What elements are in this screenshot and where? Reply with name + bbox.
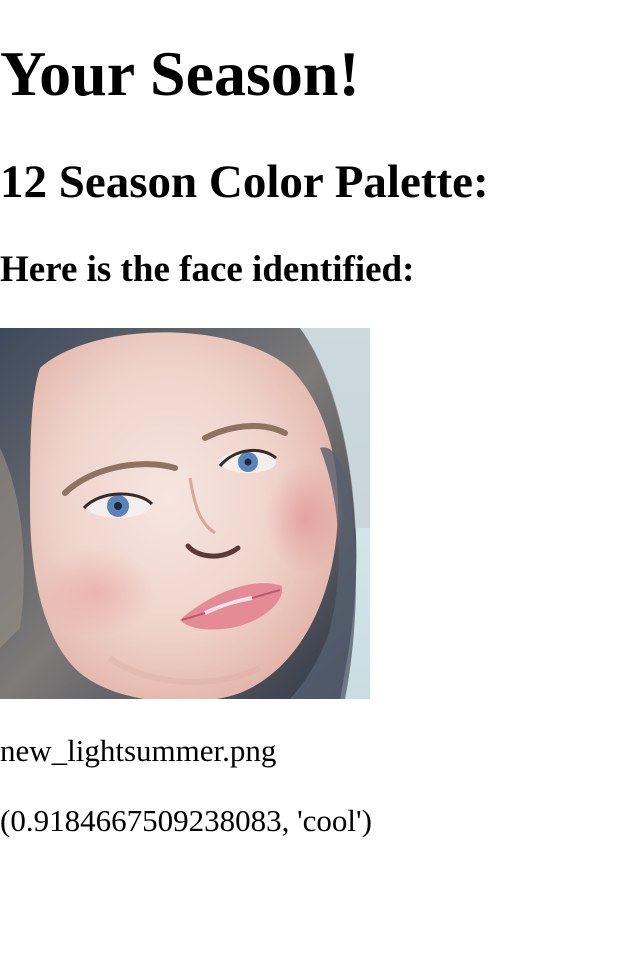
- page-content: Your Season! 12 Season Color Palette: He…: [0, 0, 640, 958]
- result-score: (0.9184667509238083, 'cool'): [0, 803, 372, 838]
- face-heading: Here is the face identified:: [0, 249, 415, 290]
- palette-heading: 12 Season Color Palette:: [0, 156, 489, 208]
- result-filename: new_lightsummer.png: [0, 733, 277, 768]
- page-title: Your Season!: [0, 38, 360, 109]
- face-image: [0, 328, 370, 699]
